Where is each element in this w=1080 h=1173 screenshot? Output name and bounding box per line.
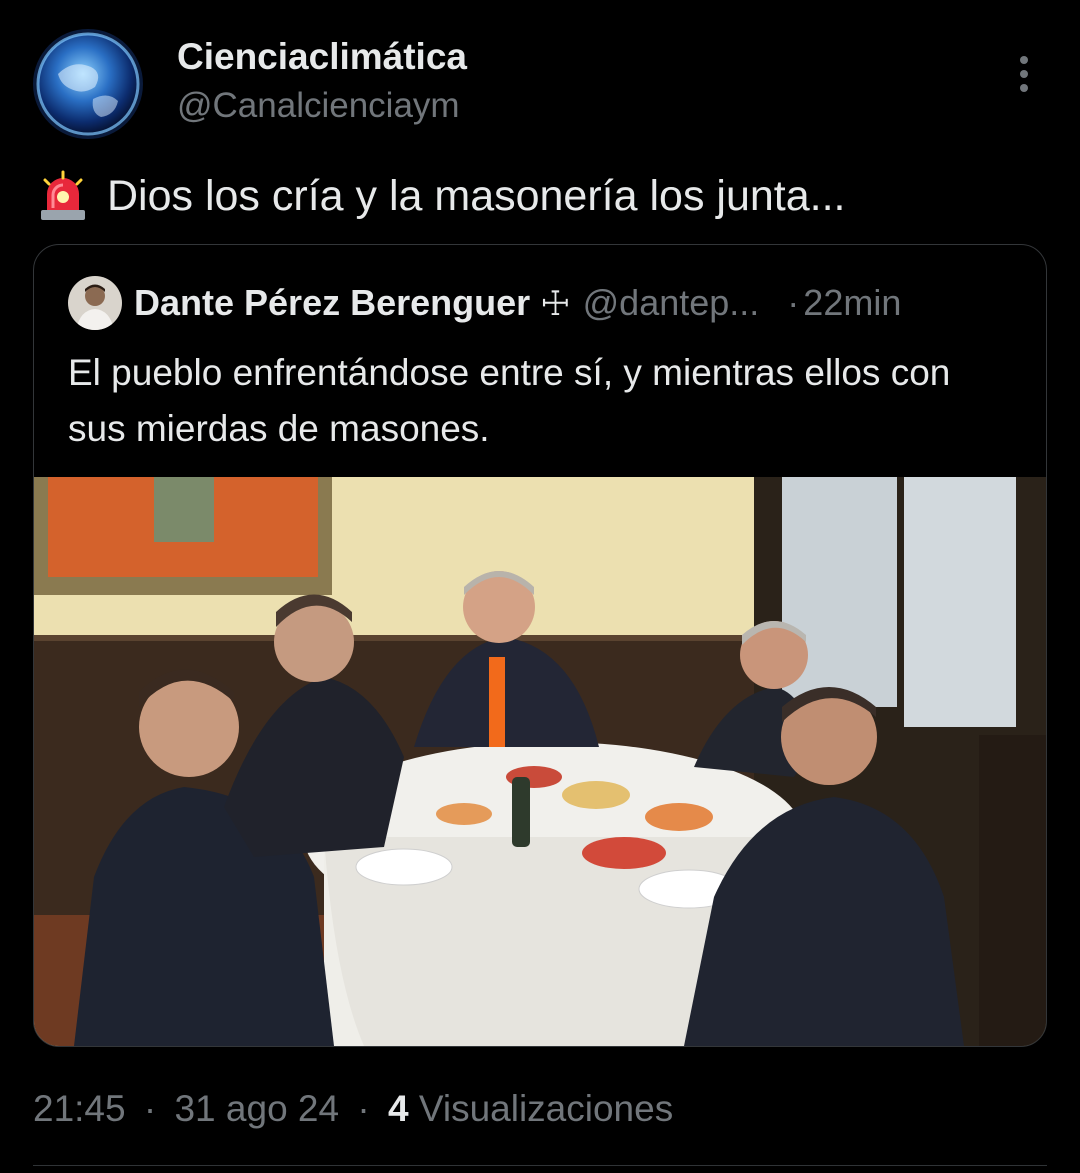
quoted-tweet-photo[interactable] — [34, 477, 1046, 1046]
quoted-author-avatar — [68, 276, 122, 330]
tweet-text: Dios los cría y la masonería los junta..… — [37, 170, 845, 222]
author-handle[interactable]: @Canalcienciaym — [177, 86, 460, 126]
cross-symbol: ☩ — [540, 285, 571, 323]
tweet-date[interactable]: 31 ago 24 — [174, 1088, 339, 1129]
tweet-time[interactable]: 21:45 — [33, 1088, 126, 1129]
more-options-button[interactable] — [1004, 52, 1044, 96]
author-avatar[interactable] — [33, 29, 143, 139]
police-siren-icon — [41, 170, 85, 220]
tweet-text-content: Dios los cría y la masonería los junta..… — [107, 171, 846, 220]
views-label[interactable]: Visualizaciones — [419, 1088, 673, 1129]
earth-avatar-image — [33, 29, 143, 139]
separator-dot: · — [143, 1088, 157, 1129]
quoted-tweet-header: Dante Pérez Berenguer ☩ @dantep... · 22m… — [134, 282, 901, 324]
dinner-table-photo — [34, 477, 1046, 1046]
divider — [33, 1165, 1047, 1166]
separator-dot: · — [787, 282, 800, 323]
quoted-author-handle[interactable]: @dantep... — [583, 282, 760, 324]
quoted-tweet-text: El pueblo enfrentándose entre sí, y mien… — [68, 352, 951, 449]
quoted-author-name[interactable]: Dante Pérez Berenguer — [134, 282, 530, 324]
separator-dot: · — [357, 1088, 370, 1129]
quoted-tweet-card[interactable]: Dante Pérez Berenguer ☩ @dantep... · 22m… — [33, 244, 1047, 1047]
quoted-tweet-time[interactable]: 22min — [803, 282, 901, 324]
views-count[interactable]: 4 — [388, 1088, 409, 1129]
person-avatar-image — [68, 276, 122, 330]
tweet-meta: 21:45 · 31 ago 24 · 4 Visualizaciones — [33, 1088, 673, 1130]
author-name[interactable]: Cienciaclimática — [177, 36, 467, 78]
more-vertical-icon — [1020, 56, 1028, 92]
